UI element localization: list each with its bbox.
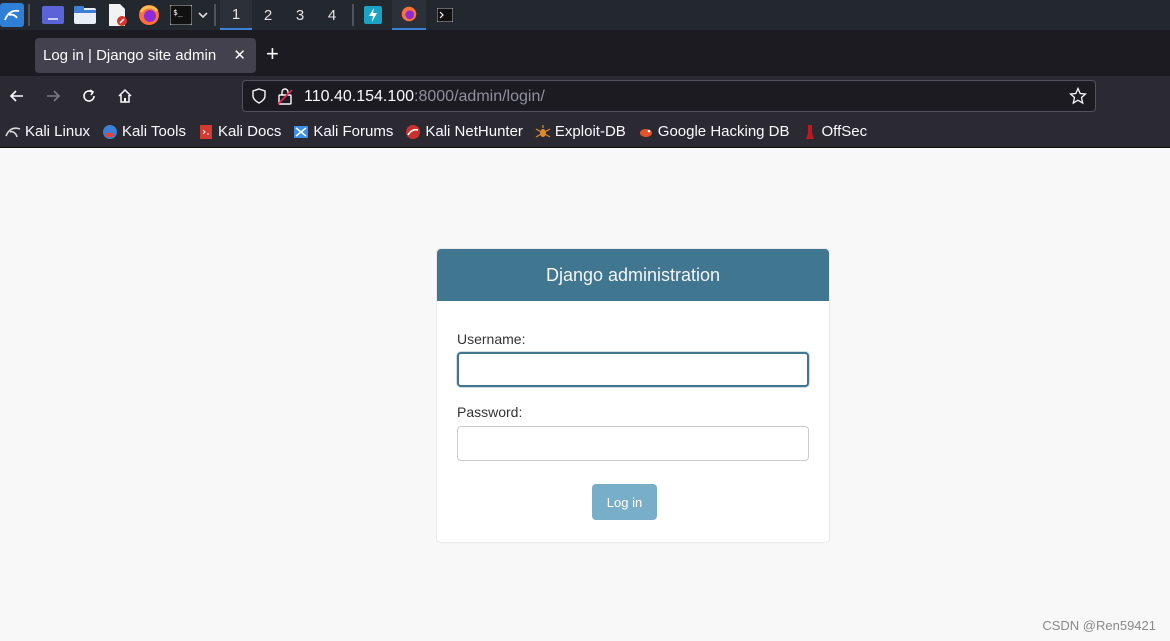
url-bar[interactable]: 110.40.154.100:8000/admin/login/: [242, 80, 1096, 112]
login-button[interactable]: Log in: [592, 484, 657, 520]
kali-forums-icon: [293, 124, 309, 140]
login-container: Django administration Username: Password…: [436, 248, 830, 543]
bookmark-label: Kali Linux: [25, 123, 91, 140]
bookmark-google-hacking-db[interactable]: Google Hacking DB: [638, 123, 790, 140]
kali-menu-icon[interactable]: [0, 2, 24, 28]
bookmark-kali-linux[interactable]: Kali Linux: [5, 123, 90, 140]
exploit-db-icon: [535, 124, 551, 140]
password-input[interactable]: [457, 426, 809, 461]
page-content: Django administration Username: Password…: [0, 148, 1170, 641]
taskbar-separator: [214, 4, 216, 26]
workspace-1[interactable]: 1: [220, 0, 252, 30]
navigation-bar: 110.40.154.100:8000/admin/login/: [0, 76, 1170, 116]
nethunter-icon: [405, 124, 421, 140]
password-label: Password:: [457, 404, 523, 420]
url-text[interactable]: 110.40.154.100:8000/admin/login/: [304, 88, 545, 106]
tracking-shield-icon[interactable]: [251, 88, 267, 108]
kali-dragon-icon: [5, 124, 21, 140]
bookmark-label: Kali NetHunter: [425, 123, 523, 140]
show-desktop-icon[interactable]: [40, 2, 66, 28]
bookmark-star-icon[interactable]: [1068, 86, 1088, 109]
bookmark-kali-docs[interactable]: Kali Docs: [198, 123, 281, 140]
new-tab-button[interactable]: +: [266, 40, 279, 68]
bookmark-label: OffSec: [821, 123, 868, 140]
bookmark-label: Exploit-DB: [554, 123, 626, 140]
text-editor-icon[interactable]: [104, 2, 130, 28]
bookmark-label: Kali Forums: [313, 123, 394, 140]
bookmark-kali-tools[interactable]: Kali Tools: [102, 123, 186, 140]
bookmark-label: Google Hacking DB: [657, 123, 790, 140]
login-header: Django administration: [437, 249, 829, 301]
bookmark-kali-nethunter[interactable]: Kali NetHunter: [405, 123, 523, 140]
url-path: :8000/admin/login/: [414, 88, 545, 105]
bookmarks-toolbar: Kali Linux Kali Tools Kali Docs Kali For…: [0, 116, 1170, 148]
bookmark-label: Kali Tools: [122, 123, 186, 140]
tab-django-login[interactable]: Log in | Django site admin ✕: [35, 38, 256, 73]
forward-arrow-icon[interactable]: [41, 84, 65, 108]
taskbar-separator: [352, 4, 354, 26]
firefox-launcher-icon[interactable]: [136, 2, 162, 28]
kali-tools-icon: [102, 124, 118, 140]
bookmark-kali-forums[interactable]: Kali Forums: [293, 123, 393, 140]
svg-text:$_: $_: [173, 8, 183, 17]
kali-docs-icon: [198, 124, 214, 140]
app-window-firefox-icon[interactable]: [392, 0, 426, 30]
tab-bar: Log in | Django site admin ✕ +: [0, 30, 1170, 76]
watermark: CSDN @Ren59421: [1042, 618, 1156, 633]
offsec-icon: [802, 124, 818, 140]
home-icon[interactable]: [113, 84, 137, 108]
reload-icon[interactable]: [77, 84, 101, 108]
workspace-4[interactable]: 4: [316, 0, 348, 30]
username-input[interactable]: [457, 352, 809, 387]
url-host: 110.40.154.100: [304, 88, 415, 105]
bookmark-label: Kali Docs: [217, 123, 282, 140]
tab-close-icon[interactable]: ✕: [233, 46, 246, 64]
workspace-3[interactable]: 3: [284, 0, 316, 30]
bookmark-exploit-db[interactable]: Exploit-DB: [535, 123, 626, 140]
insecure-lock-icon[interactable]: [277, 87, 293, 109]
tab-title: Log in | Django site admin: [43, 47, 217, 64]
terminal-launcher-icon[interactable]: $_: [168, 2, 194, 28]
file-manager-icon[interactable]: [72, 2, 98, 28]
bookmark-offsec[interactable]: OffSec: [802, 123, 868, 140]
app-window-bolt-icon[interactable]: [360, 0, 386, 30]
ghdb-icon: [638, 124, 654, 140]
taskbar-separator: [28, 4, 30, 26]
chevron-down-icon[interactable]: [196, 2, 210, 28]
back-arrow-icon[interactable]: [5, 84, 29, 108]
site-title: Django administration: [545, 264, 721, 285]
username-label: Username:: [457, 331, 526, 347]
workspace-2[interactable]: 2: [252, 0, 284, 30]
app-window-terminal-icon[interactable]: [432, 0, 458, 30]
taskbar: $_ 1 2 3 4: [0, 0, 1170, 30]
